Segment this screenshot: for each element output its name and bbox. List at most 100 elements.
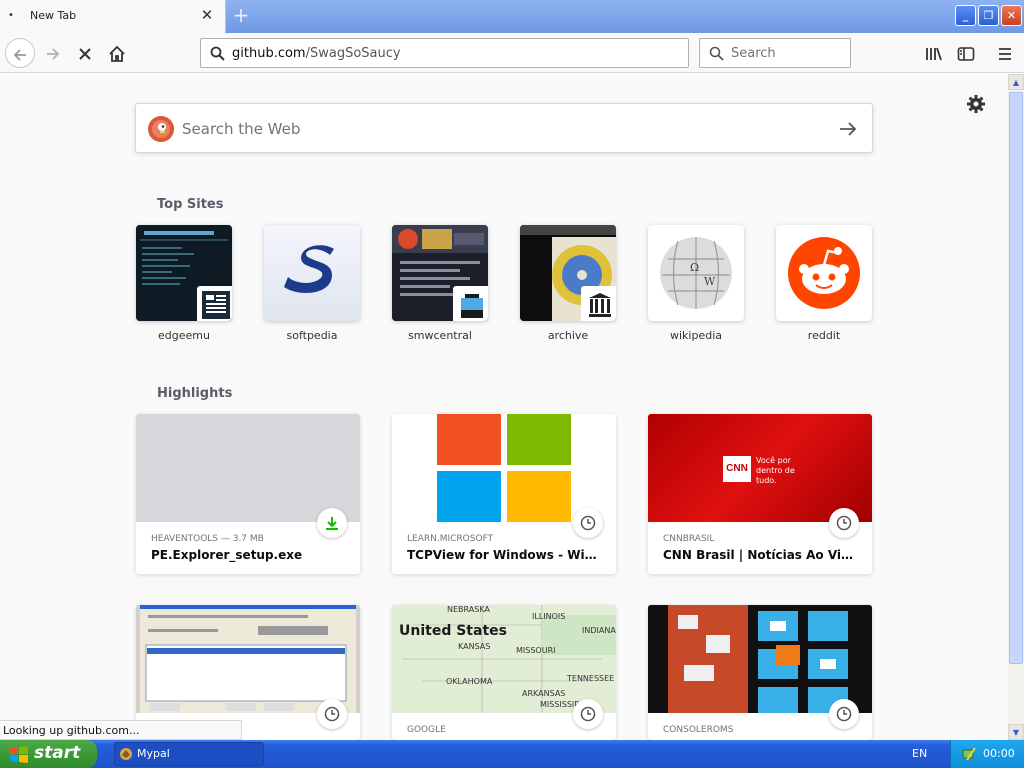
new-tab-page: Search the Web Top Sites edgeemu softped… xyxy=(0,74,1008,740)
highlight-card-google-maps[interactable]: United States NEBRASKA ILLINOIS INDIANA … xyxy=(392,605,616,740)
url-host: github.com xyxy=(232,46,306,61)
library-button[interactable] xyxy=(919,38,949,68)
pixel-art-thumbnail xyxy=(648,605,872,713)
start-label: start xyxy=(34,743,81,763)
top-site-label: softpedia xyxy=(286,329,338,342)
history-icon xyxy=(580,706,596,722)
card-title: PE.Explorer_setup.exe xyxy=(151,548,303,562)
top-site-label: wikipedia xyxy=(669,329,722,342)
highlight-card-consoleroms[interactable]: CONSOLEROMS xyxy=(648,605,872,740)
highlight-card-tcpview[interactable]: LEARN.MICROSOFT TCPView for Windows - Wi… xyxy=(392,414,616,574)
smwcentral-thumbnail xyxy=(392,225,488,321)
card-thumbnail-placeholder xyxy=(136,414,360,522)
card-title: CNN Brasil | Notícias Ao Vivo do Brasil … xyxy=(663,548,859,562)
sidebar-icon xyxy=(957,46,975,61)
softpedia-logo xyxy=(264,225,360,321)
top-sites-heading: Top Sites xyxy=(157,197,224,212)
home-icon xyxy=(109,45,125,62)
card-context: LEARN.MICROSOFT xyxy=(407,534,494,544)
map-label: OKLAHOMA xyxy=(446,677,493,686)
card-context: CNNBRASIL xyxy=(663,534,715,544)
search-icon xyxy=(709,46,724,61)
search-icon xyxy=(210,46,225,61)
top-site-wikipedia[interactable]: Ω W wikipedia xyxy=(648,225,744,342)
tab-new-tab[interactable]: • New Tab ✕ xyxy=(0,0,226,33)
network-icon xyxy=(962,747,976,761)
history-indicator xyxy=(573,699,603,729)
cnn-tagline: Você por dentro de tudo. xyxy=(756,456,795,485)
duckduckgo-icon xyxy=(148,116,174,142)
tab-strip: • New Tab ✕ + _ ❐ ✕ xyxy=(0,0,1024,33)
top-site-reddit[interactable]: reddit xyxy=(776,225,872,342)
home-button[interactable] xyxy=(102,38,132,68)
top-site-label: smwcentral xyxy=(408,329,472,342)
forward-button[interactable] xyxy=(38,38,68,68)
tab-loading-dot: • xyxy=(8,10,14,21)
archive-thumbnail xyxy=(520,225,616,321)
web-search-box[interactable]: Search the Web xyxy=(135,103,873,153)
arrow-right-icon[interactable] xyxy=(836,117,860,141)
svg-text:W: W xyxy=(704,275,716,288)
top-site-softpedia[interactable]: softpedia xyxy=(264,225,360,342)
hamburger-menu-icon xyxy=(999,47,1011,60)
language-indicator[interactable]: EN xyxy=(912,747,927,760)
map-label: ILLINOIS xyxy=(532,612,566,621)
highlight-card-pe-explorer[interactable]: HEAVENTOOLS — 3.7 MB PE.Explorer_setup.e… xyxy=(136,414,360,574)
gear-icon[interactable] xyxy=(965,93,987,115)
cnn-logo: CNN xyxy=(723,456,751,482)
scroll-down-icon[interactable]: ▼ xyxy=(1008,724,1024,740)
download-indicator xyxy=(317,508,347,538)
windows-flag-icon xyxy=(10,746,28,763)
card-title: TCPView for Windows - Windows Sysinterna… xyxy=(407,548,603,562)
wikipedia-logo: Ω W xyxy=(648,225,744,321)
scrollbar-thumb[interactable] xyxy=(1009,92,1023,664)
menu-button[interactable] xyxy=(990,38,1020,68)
top-site-smwcentral[interactable]: smwcentral xyxy=(392,225,488,342)
forward-arrow-icon xyxy=(47,47,60,60)
map-label: ARKANSAS xyxy=(522,689,566,698)
history-icon xyxy=(324,706,340,722)
tab-close-icon[interactable]: ✕ xyxy=(198,6,216,24)
history-icon xyxy=(836,515,852,531)
url-text: github.com/SwagSoSaucy xyxy=(232,46,401,61)
map-title: United States xyxy=(399,623,507,639)
taskbar-item-mypal[interactable]: Mypal xyxy=(114,742,264,766)
status-text: Looking up github.com... xyxy=(0,720,242,740)
map-label: TENNESSEE xyxy=(567,674,615,683)
scroll-up-icon[interactable]: ▲ xyxy=(1008,74,1024,90)
url-path: /SwagSoSaucy xyxy=(305,46,401,61)
start-button[interactable]: start xyxy=(0,740,97,768)
top-site-archive[interactable]: archive xyxy=(520,225,616,342)
history-indicator xyxy=(573,508,603,538)
sidebar-button[interactable] xyxy=(951,38,981,68)
back-button[interactable] xyxy=(5,38,35,68)
url-bar[interactable]: github.com/SwagSoSaucy xyxy=(200,38,689,68)
search-placeholder: Search xyxy=(731,46,776,61)
map-label: INDIANA xyxy=(582,626,616,635)
new-tab-button[interactable]: + xyxy=(230,4,252,28)
history-indicator xyxy=(829,699,859,729)
history-icon xyxy=(836,706,852,722)
mypal-app-icon xyxy=(120,748,132,760)
map-label: NEBRASKA xyxy=(447,605,490,614)
top-site-edgeemu[interactable]: edgeemu xyxy=(136,225,232,342)
edgeemu-favicon xyxy=(197,286,232,321)
taskbar: start Mypal EN 00:00 xyxy=(0,740,1024,768)
tab-title: New Tab xyxy=(30,9,77,22)
minimize-button[interactable]: _ xyxy=(955,5,976,26)
stop-icon xyxy=(79,47,91,60)
close-button[interactable]: ✕ xyxy=(1001,5,1022,26)
back-arrow-icon xyxy=(13,48,26,61)
restore-button[interactable]: ❐ xyxy=(978,5,999,26)
system-tray: 00:00 xyxy=(950,740,1024,768)
us-map-thumbnail: United States NEBRASKA ILLINOIS INDIANA … xyxy=(392,605,616,713)
screen: • New Tab ✕ + _ ❐ ✕ github.com/SwagSoSau… xyxy=(0,0,1024,768)
search-bar[interactable]: Search xyxy=(699,38,851,68)
highlight-card-cnn[interactable]: CNN Você por dentro de tudo. CNNBRASIL C… xyxy=(648,414,872,574)
stop-button[interactable] xyxy=(70,38,100,68)
vertical-scrollbar[interactable]: ▲ ▼ xyxy=(1008,74,1024,740)
dialog-screenshot xyxy=(136,605,360,713)
microsoft-logo xyxy=(392,414,616,522)
map-label: KANSAS xyxy=(458,642,491,651)
history-indicator xyxy=(317,699,347,729)
